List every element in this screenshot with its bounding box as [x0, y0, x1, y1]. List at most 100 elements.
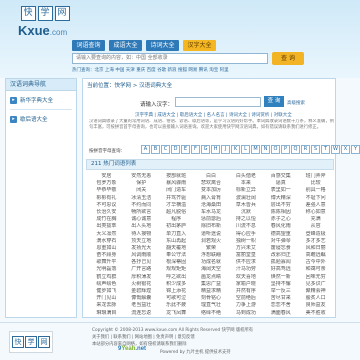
word-link[interactable]: 程序: [159, 216, 194, 222]
letter-h-button[interactable]: H: [211, 145, 220, 154]
word-link[interactable]: 风调雨顺: [124, 252, 159, 258]
word-link[interactable]: 孤陋寡闻: [263, 259, 298, 265]
word-link[interactable]: 得心应手: [228, 231, 263, 237]
letter-p-button[interactable]: P: [281, 145, 290, 154]
word-link[interactable]: 翻天覆地: [159, 245, 194, 251]
word-link[interactable]: 充满: [298, 216, 333, 222]
letter-c-button[interactable]: C: [161, 145, 170, 154]
letter-s-button[interactable]: S: [311, 145, 320, 154]
word-link[interactable]: 奋不顾身: [89, 252, 124, 258]
word-link[interactable]: 毕恭毕敬: [89, 187, 124, 193]
word-link[interactable]: 根深蒂固: [159, 259, 194, 265]
word-link[interactable]: 沉默: [228, 209, 263, 215]
word-link[interactable]: 绘声绘色: [89, 281, 124, 287]
word-link[interactable]: 畅所欲言: [124, 209, 159, 215]
word-link[interactable]: 安然无恙: [124, 173, 159, 179]
word-link[interactable]: 德高望重: [263, 231, 298, 237]
word-link[interactable]: 顶天立地: [124, 238, 159, 244]
word-link[interactable]: 洞若观火: [194, 238, 229, 244]
word-link[interactable]: 川流不息: [228, 223, 263, 229]
word-link[interactable]: 流连忘返: [124, 310, 159, 316]
letter-n-button[interactable]: N: [261, 145, 270, 154]
word-link[interactable]: 恩重如山: [89, 245, 124, 251]
word-link[interactable]: 废寝忘食: [263, 245, 298, 251]
word-link[interactable]: 保护: [124, 180, 159, 186]
word-link[interactable]: 光明磊落: [89, 266, 124, 272]
word-link[interactable]: 比较: [298, 180, 333, 186]
word-link[interactable]: 积少成多: [159, 281, 194, 287]
word-link[interactable]: 良师益友: [298, 302, 333, 308]
word-link[interactable]: 奉公守法: [159, 252, 194, 258]
word-link[interactable]: 发扬光大: [124, 245, 159, 251]
word-link[interactable]: 精益求精: [194, 288, 229, 294]
word-link[interactable]: 理直气壮: [194, 302, 229, 308]
word-link[interactable]: 暴风骤雨: [159, 180, 194, 186]
word-link[interactable]: 可歌可泣: [159, 295, 194, 301]
word-link[interactable]: 滴水穿石: [89, 238, 124, 244]
word-link[interactable]: 草木皆兵: [228, 202, 263, 208]
word-link[interactable]: 供不应求: [228, 259, 263, 265]
lookup-button[interactable]: 查 询: [264, 96, 284, 107]
footer-links[interactable]: 关于我们 | 联系我们 | 网站地图 | 免责声明 | 意见反馈: [92, 334, 195, 340]
word-link[interactable]: 家喻户晓: [228, 281, 263, 287]
word-link[interactable]: 出人头地: [124, 223, 159, 229]
word-link[interactable]: 标新立异: [228, 187, 263, 193]
word-link[interactable]: 慷慨解囊: [124, 295, 159, 301]
word-link[interactable]: 坚持不懈: [263, 281, 298, 287]
word-link[interactable]: 古今中外: [298, 259, 333, 265]
word-link[interactable]: 火树银花: [124, 281, 159, 287]
word-link[interactable]: 健步如飞: [89, 288, 124, 294]
word-link[interactable]: 不可思议: [89, 202, 124, 208]
word-link[interactable]: 单刀直入: [159, 231, 194, 237]
letter-f-button[interactable]: F: [191, 145, 200, 154]
word-link[interactable]: 对牛弹琴: [263, 238, 298, 244]
word-link[interactable]: 闭关: [124, 187, 159, 193]
hot-words[interactable]: 热门查询：北京 上海 中国 天津 重庆 百度 谷歌 新浪 搜狐 网易 腾讯 淘宝…: [72, 67, 229, 73]
word-link[interactable]: 悲欢离合: [194, 180, 229, 186]
word-link[interactable]: 浮想联翩: [194, 252, 229, 258]
letter-x-button[interactable]: X: [341, 145, 350, 154]
word-link[interactable]: 歌舞升平: [89, 259, 124, 265]
word-link[interactable]: 龙飞凤舞: [159, 310, 194, 316]
word-link[interactable]: 乐此不疲: [159, 302, 194, 308]
word-link[interactable]: 才华横溢: [159, 202, 194, 208]
word-link[interactable]: 大义凛然: [89, 231, 124, 237]
word-link[interactable]: 画龙点睛: [194, 274, 229, 280]
word-link[interactable]: 冰清玉洁: [124, 195, 159, 201]
word-link[interactable]: 锦上添花: [159, 288, 194, 294]
word-link[interactable]: 惩前毖后: [194, 216, 229, 222]
word-link[interactable]: 安居: [89, 173, 124, 179]
word-link[interactable]: 初出茅庐: [159, 223, 194, 229]
word-link[interactable]: 彬彬有礼: [89, 195, 124, 201]
word-link[interactable]: 来龙去脉: [89, 302, 124, 308]
word-link[interactable]: 白头偕老: [228, 173, 263, 179]
word-link[interactable]: 见多识广: [298, 281, 333, 287]
word-link[interactable]: 各抒己见: [124, 259, 159, 265]
advanced-search-link[interactable]: 高级搜索: [287, 100, 305, 106]
word-link[interactable]: 待人接物: [124, 231, 159, 237]
word-link[interactable]: 道听途说: [194, 231, 229, 237]
word-link[interactable]: 苦尽甘来: [263, 295, 298, 301]
word-link[interactable]: 规规矩矩: [159, 266, 194, 272]
word-link[interactable]: 刻骨铭心: [194, 295, 229, 301]
word-link[interactable]: 络绎不绝: [194, 310, 229, 316]
nav-tab-idioms[interactable]: 成语大全: [109, 40, 142, 51]
word-link[interactable]: 变本加厉: [194, 187, 229, 193]
word-link[interactable]: 不约而同: [124, 202, 159, 208]
word-link[interactable]: 诚心诚意: [124, 216, 159, 222]
word-link[interactable]: 风和日丽: [298, 245, 333, 251]
word-link[interactable]: 马到成功: [228, 310, 263, 316]
word-link[interactable]: 琳琅满目: [89, 310, 124, 316]
search-button[interactable]: 查 询: [272, 52, 304, 65]
letter-m-button[interactable]: M: [251, 145, 260, 154]
word-link[interactable]: 包罗万象: [89, 180, 124, 186]
letter-o-button[interactable]: O: [271, 145, 280, 154]
word-link[interactable]: 繁荣: [194, 245, 229, 251]
word-link[interactable]: 好高骛远: [263, 266, 298, 272]
word-link[interactable]: 超凡脱俗: [159, 209, 194, 215]
word-link[interactable]: 汗马功劳: [228, 266, 263, 272]
word-link[interactable]: 老当益壮: [124, 302, 159, 308]
letter-j-button[interactable]: J: [221, 145, 230, 154]
word-link[interactable]: 白白: [194, 173, 229, 179]
letter-e-button[interactable]: E: [181, 145, 190, 154]
